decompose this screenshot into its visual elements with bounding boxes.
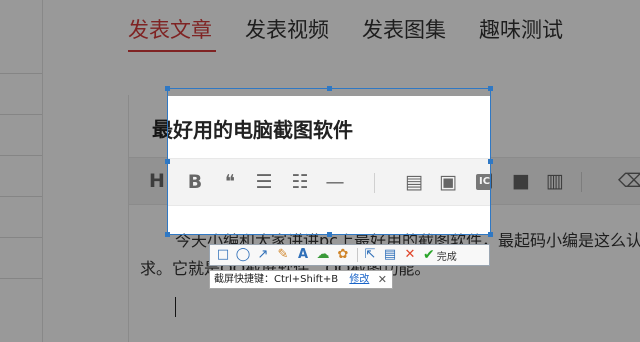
save-icon[interactable]: ▤ xyxy=(381,246,399,264)
selection-preview: 发表文章 发表视频 发表图集 趣味测试 最好用的电脑截图软件 H B ❝ ☰ ☷… xyxy=(168,89,490,234)
selection-copy-editor-toolbar: H B ❝ ☰ ☷ — ▤ ▣ IC ■ ▥ ⌫ xyxy=(168,158,490,206)
tab-fun-quiz[interactable]: 趣味测试 xyxy=(479,14,563,46)
resize-handle-bottom-right[interactable] xyxy=(488,232,493,237)
ellipse-tool-icon[interactable]: ◯ xyxy=(234,246,252,264)
selection-copy-article-body-line-1[interactable]: 今天小编和大家讲讲pc上最好用的截图软件，最起码小编是这么认为的， xyxy=(176,228,490,234)
eraser-icon[interactable]: ⌫ xyxy=(618,158,640,204)
resize-handle-top-left[interactable] xyxy=(165,86,170,91)
resize-handle-left[interactable] xyxy=(165,159,170,164)
shortcut-hint-bar: 截屏快捷键：Ctrl+Shift+B 修改 ✕ xyxy=(209,270,393,289)
text-caret xyxy=(175,297,176,317)
mosaic-tool-icon[interactable]: ☁ xyxy=(314,246,332,264)
tab-publish-gallery[interactable]: 发表图集 xyxy=(362,14,446,46)
selection-copy-image-icon[interactable]: ▣ xyxy=(436,159,460,205)
text-tool-icon[interactable]: A xyxy=(294,246,312,264)
selection-copy-bold-button[interactable]: B xyxy=(183,159,207,205)
arrow-tool-icon[interactable]: ↗ xyxy=(254,246,272,264)
share-icon[interactable]: ⇱ xyxy=(361,246,379,264)
selection-copy-divider-icon[interactable]: — xyxy=(323,159,347,205)
active-tab-underline xyxy=(128,50,216,52)
selection-copy-article-title-input[interactable]: 最好用的电脑截图软件 xyxy=(168,114,353,143)
publish-tabs: 发表文章 发表视频 发表图集 趣味测试 xyxy=(128,14,596,46)
shortcut-hint-text: 截屏快捷键：Ctrl+Shift+B xyxy=(214,274,339,285)
screenshot-selection[interactable]: 发表文章 发表视频 发表图集 趣味测试 最好用的电脑截图软件 H B ❝ ☰ ☷… xyxy=(167,88,491,235)
tab-publish-article[interactable]: 发表文章 xyxy=(128,14,212,46)
heading-button[interactable]: H xyxy=(145,158,169,204)
resize-handle-bottom[interactable] xyxy=(327,232,332,237)
toolbar-divider xyxy=(357,248,358,262)
screenshot-toolbar: □ ◯ ↗ ✎ A ☁ ✿ ⇱ ▤ ✕ ✔ 完成 xyxy=(209,244,490,266)
cancel-icon[interactable]: ✕ xyxy=(401,246,419,264)
video-icon[interactable]: ■ xyxy=(509,158,533,204)
selection-copy-ic-button[interactable]: IC xyxy=(476,174,490,190)
selection-copy-numbered-list-icon[interactable]: ☷ xyxy=(288,159,312,205)
selection-copy-article-editor: 最好用的电脑截图软件 H B ❝ ☰ ☷ — ▤ ▣ IC ■ ▥ ⌫ xyxy=(168,96,490,234)
brush-tool-icon[interactable]: ✎ xyxy=(274,246,292,264)
modify-shortcut-link[interactable]: 修改 xyxy=(349,274,369,285)
rectangle-tool-icon[interactable]: □ xyxy=(214,246,232,264)
palette-tool-icon[interactable]: ✿ xyxy=(334,246,352,264)
resize-handle-top[interactable] xyxy=(327,86,332,91)
close-hint-icon[interactable]: ✕ xyxy=(378,271,387,288)
tab-publish-video[interactable]: 发表视频 xyxy=(245,14,329,46)
chart-icon[interactable]: ▥ xyxy=(543,158,567,204)
selection-copy-heading-button[interactable]: H xyxy=(168,159,170,205)
selection-copy-quote-icon[interactable]: ❝ xyxy=(218,159,242,205)
checkmark-icon: ✔ xyxy=(423,247,435,263)
resize-handle-top-right[interactable] xyxy=(488,86,493,91)
done-button[interactable]: ✔ 完成 xyxy=(423,247,457,263)
done-label: 完成 xyxy=(436,251,457,263)
selection-copy-bullet-list-icon[interactable]: ☰ xyxy=(252,159,276,205)
left-navigation xyxy=(0,0,43,342)
resize-handle-bottom-left[interactable] xyxy=(165,232,170,237)
selection-copy-document-icon[interactable]: ▤ xyxy=(402,159,426,205)
resize-handle-right[interactable] xyxy=(488,159,493,164)
